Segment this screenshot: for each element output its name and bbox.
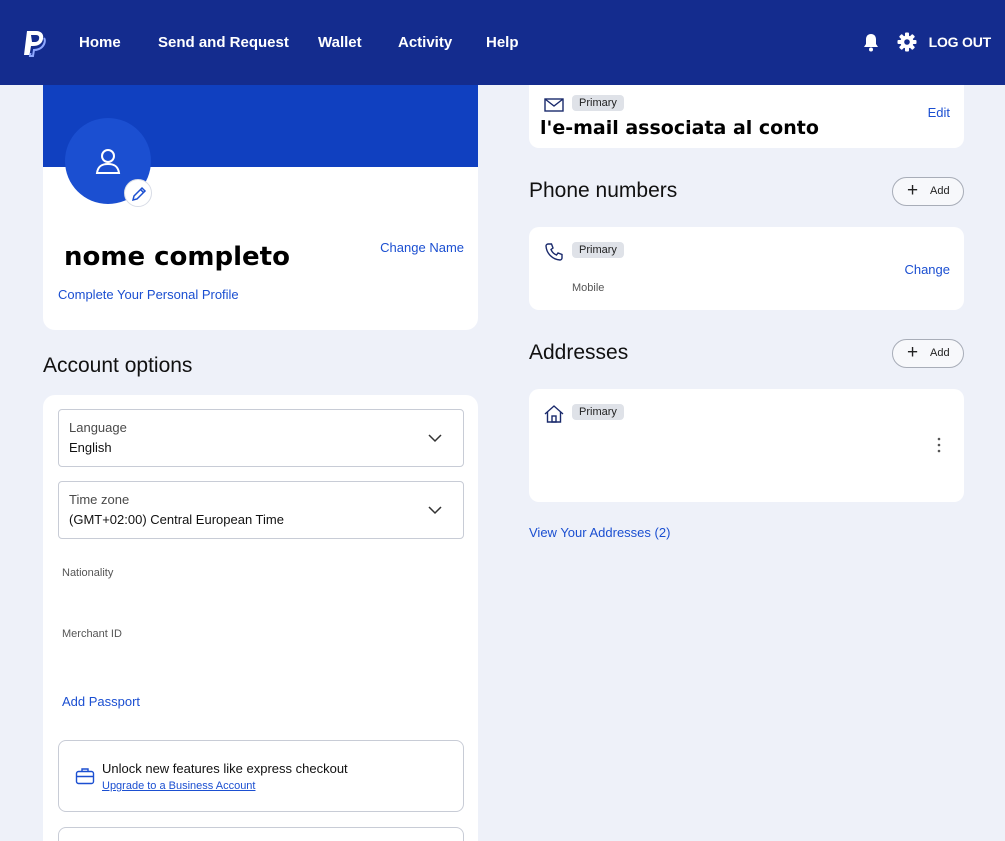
address-card: Primary (529, 389, 964, 502)
profile-card: nome completo Change Name Complete Your … (43, 85, 478, 330)
nav-wallet[interactable]: Wallet (318, 34, 362, 51)
merchant-id-label: Merchant ID (62, 628, 122, 640)
timezone-label: Time zone (69, 492, 130, 507)
nav-send-and-request[interactable]: Send and Request (158, 34, 289, 51)
pencil-icon (131, 186, 147, 202)
phone-numbers-title: Phone numbers (529, 179, 678, 202)
add-phone-button[interactable]: + Add (892, 177, 964, 206)
add-phone-label: Add (930, 185, 950, 197)
plus-icon: + (907, 342, 919, 363)
email-address: l'e-mail associata al conto (540, 117, 819, 139)
edit-avatar-button[interactable] (124, 179, 152, 207)
nav-activity[interactable]: Activity (398, 34, 452, 51)
logout-button[interactable]: LOG OUT (929, 34, 992, 50)
business-upgrade-box: Unlock new features like express checkou… (58, 740, 464, 812)
briefcase-icon (75, 768, 95, 785)
nav-home[interactable]: Home (79, 34, 121, 51)
language-label: Language (69, 420, 127, 435)
additional-option-box[interactable] (58, 827, 464, 841)
envelope-icon (544, 98, 564, 112)
gear-icon[interactable] (896, 31, 918, 53)
upgrade-business-link[interactable]: Upgrade to a Business Account (102, 780, 255, 792)
home-icon (544, 405, 564, 423)
email-card: Primary l'e-mail associata al conto Edit (529, 85, 964, 148)
change-phone-link[interactable]: Change (904, 262, 950, 277)
unlock-features-text: Unlock new features like express checkou… (102, 761, 348, 776)
add-passport-link[interactable]: Add Passport (62, 694, 140, 709)
chevron-down-icon (428, 506, 442, 515)
change-name-link[interactable]: Change Name (380, 240, 464, 255)
phone-icon (545, 243, 563, 261)
profile-full-name: nome completo (64, 242, 290, 272)
phone-type-label: Mobile (572, 282, 605, 294)
more-options-icon[interactable] (934, 436, 944, 454)
address-primary-badge: Primary (572, 404, 624, 420)
phone-card: Primary Mobile Change (529, 227, 964, 310)
plus-icon: + (907, 180, 919, 201)
account-options-title: Account options (43, 354, 193, 377)
bell-icon[interactable] (860, 31, 882, 53)
phone-primary-badge: Primary (572, 242, 624, 258)
nav-help[interactable]: Help (486, 34, 519, 51)
language-value: English (69, 440, 112, 455)
account-options-card: Language English Time zone (GMT+02:00) C… (43, 395, 478, 841)
complete-profile-link[interactable]: Complete Your Personal Profile (58, 287, 239, 302)
view-addresses-link[interactable]: View Your Addresses (2) (529, 525, 670, 540)
add-address-button[interactable]: + Add (892, 339, 964, 368)
email-primary-badge: Primary (572, 95, 624, 111)
addresses-title: Addresses (529, 341, 629, 364)
nationality-label: Nationality (62, 567, 114, 579)
user-icon (95, 149, 121, 174)
language-select[interactable]: Language English (58, 409, 464, 467)
add-address-label: Add (930, 347, 950, 359)
chevron-down-icon (428, 434, 442, 443)
paypal-logo[interactable] (22, 29, 46, 57)
top-nav: Home Send and Request Wallet Activity He… (0, 0, 1005, 85)
timezone-select[interactable]: Time zone (GMT+02:00) Central European T… (58, 481, 464, 539)
edit-email-link[interactable]: Edit (928, 105, 950, 120)
timezone-value: (GMT+02:00) Central European Time (69, 512, 284, 527)
